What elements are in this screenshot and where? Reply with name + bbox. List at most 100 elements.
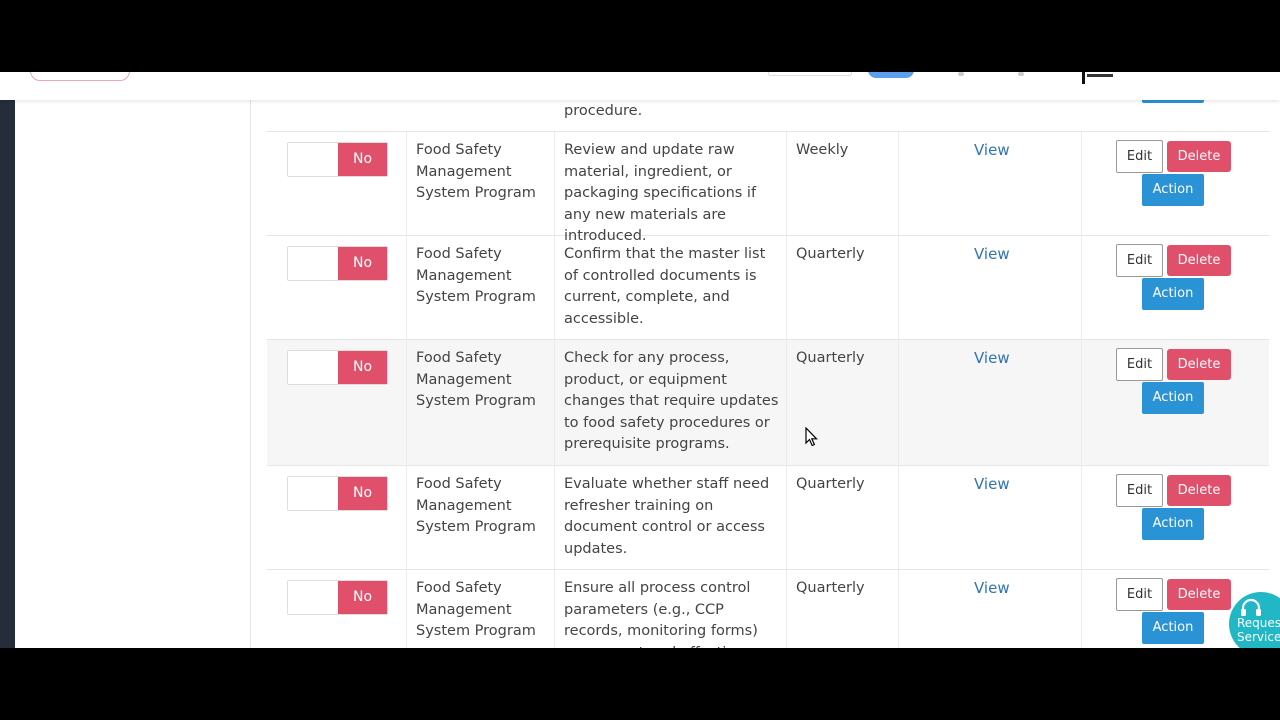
edit-button[interactable]: Edit — [1116, 348, 1163, 381]
frequency: Quarterly — [796, 246, 865, 262]
frequency-cell: Weekly — [787, 132, 899, 235]
action-button[interactable]: Action — [1142, 382, 1204, 414]
action-button[interactable]: Action — [1142, 612, 1204, 644]
program-cell: Food Safety Management System Program — [407, 466, 555, 569]
program-cell: Food Safety Management System Program — [407, 236, 555, 339]
program-name: Food Safety Management System Program — [416, 476, 536, 535]
status-cell: No — [267, 466, 407, 569]
view-link[interactable]: View — [974, 348, 1010, 369]
task-description: Confirm that the master list of controll… — [564, 246, 766, 327]
app-screen: procedure. No Food Safety Management Syst… — [0, 72, 1280, 648]
toggle-off-half[interactable] — [288, 143, 338, 176]
task-description: Ensure all process control parameters (e… — [564, 580, 758, 648]
view-cell: View — [899, 570, 1082, 648]
table-row: No Food Safety Management System Program E… — [267, 570, 1269, 648]
frequency-cell: Quarterly — [787, 466, 899, 569]
status-toggle[interactable]: No — [287, 476, 388, 511]
actions-cell: Edit Delete Action — [1082, 236, 1269, 339]
status-toggle[interactable]: No — [287, 142, 388, 177]
toggle-off-half[interactable] — [288, 351, 338, 384]
actions-cell: Edit Delete Action — [1082, 132, 1269, 235]
app-rail — [0, 100, 15, 648]
frequency: Quarterly — [796, 350, 865, 366]
description-cell: Confirm that the master list of controll… — [555, 236, 787, 339]
letterbox-bottom — [0, 648, 1280, 720]
program-cell: Food Safety Management System Program — [407, 340, 555, 465]
request-service-label: Request Service — [1237, 616, 1280, 644]
top-navbar — [0, 72, 1280, 100]
table-row: No Food Safety Management System Program E… — [267, 466, 1269, 570]
header-button[interactable] — [30, 72, 130, 81]
status-cell: No — [267, 570, 407, 648]
toggle-off-half[interactable] — [288, 247, 338, 280]
view-link[interactable]: View — [974, 140, 1010, 161]
letterbox-top — [0, 0, 1280, 72]
mouse-cursor-icon — [805, 427, 818, 447]
program-name: Food Safety Management System Program — [416, 246, 536, 305]
task-description: Check for any process, product, or equip… — [564, 350, 779, 452]
notification-icon[interactable] — [958, 72, 964, 76]
table-row: No Food Safety Management System Program R… — [267, 132, 1269, 244]
program-name: Food Safety Management System Program — [416, 580, 536, 639]
header-search-input[interactable] — [768, 72, 852, 76]
frequency: Quarterly — [796, 580, 865, 596]
description-cell: Ensure all process control parameters (e… — [555, 570, 787, 648]
action-button[interactable]: Action — [1142, 278, 1204, 310]
toggle-no-label[interactable]: No — [338, 351, 387, 384]
frequency-cell: Quarterly — [787, 570, 899, 648]
table-row: No Food Safety Management System Program C… — [267, 236, 1269, 340]
status-cell: No — [267, 340, 407, 465]
toggle-no-label[interactable]: No — [338, 247, 387, 280]
edit-button[interactable]: Edit — [1116, 244, 1163, 277]
header-primary-button[interactable] — [868, 72, 914, 78]
status-cell: No — [267, 132, 407, 235]
actions-cell: Edit Delete Action — [1082, 340, 1269, 465]
program-cell: Food Safety Management System Program — [407, 570, 555, 648]
edit-button[interactable]: Edit — [1116, 474, 1163, 507]
action-button[interactable]: Action — [1142, 174, 1204, 206]
view-cell: View — [899, 466, 1082, 569]
view-link[interactable]: View — [974, 578, 1010, 599]
task-description: Review and update raw material, ingredie… — [564, 142, 757, 244]
view-link[interactable]: View — [974, 244, 1010, 265]
actions-cell: Edit Delete Action — [1082, 466, 1269, 569]
sidebar — [15, 100, 251, 648]
edit-button[interactable]: Edit — [1116, 140, 1163, 173]
view-cell: View — [899, 236, 1082, 339]
delete-button[interactable]: Delete — [1167, 579, 1231, 610]
status-cell: No — [267, 236, 407, 339]
description-cell: Check for any process, product, or equip… — [555, 340, 787, 465]
toggle-no-label[interactable]: No — [338, 581, 387, 614]
program-name: Food Safety Management System Program — [416, 142, 536, 201]
frequency: Weekly — [796, 142, 849, 158]
delete-button[interactable]: Delete — [1167, 349, 1231, 380]
delete-button[interactable]: Delete — [1167, 475, 1231, 506]
frequency-cell: Quarterly — [787, 340, 899, 465]
task-description: Evaluate whether staff need refresher tr… — [564, 476, 770, 557]
delete-button[interactable]: Delete — [1167, 245, 1231, 276]
frequency: Quarterly — [796, 476, 865, 492]
main-content: procedure. No Food Safety Management Syst… — [251, 100, 1280, 648]
view-link[interactable]: View — [974, 474, 1010, 495]
toggle-no-label[interactable]: No — [338, 143, 387, 176]
description-cell: Evaluate whether staff need refresher tr… — [555, 466, 787, 569]
view-cell: View — [899, 132, 1082, 235]
action-button[interactable] — [1142, 100, 1204, 103]
view-cell: View — [899, 340, 1082, 465]
status-toggle[interactable]: No — [287, 580, 388, 615]
table-row: No Food Safety Management System Program C… — [267, 340, 1269, 466]
program-cell: Food Safety Management System Program — [407, 132, 555, 235]
status-toggle[interactable]: No — [287, 246, 388, 281]
toggle-off-half[interactable] — [288, 477, 338, 510]
headset-icon — [1241, 598, 1261, 616]
description-cell: Review and update raw material, ingredie… — [555, 132, 787, 244]
action-button[interactable]: Action — [1142, 508, 1204, 540]
toggle-off-half[interactable] — [288, 581, 338, 614]
edit-button[interactable]: Edit — [1116, 578, 1163, 611]
toggle-no-label[interactable]: No — [338, 477, 387, 510]
settings-icon[interactable] — [1018, 72, 1024, 76]
delete-button[interactable]: Delete — [1167, 141, 1231, 172]
table-row: procedure. — [267, 100, 1269, 132]
company-logo — [1082, 72, 1116, 84]
status-toggle[interactable]: No — [287, 350, 388, 385]
